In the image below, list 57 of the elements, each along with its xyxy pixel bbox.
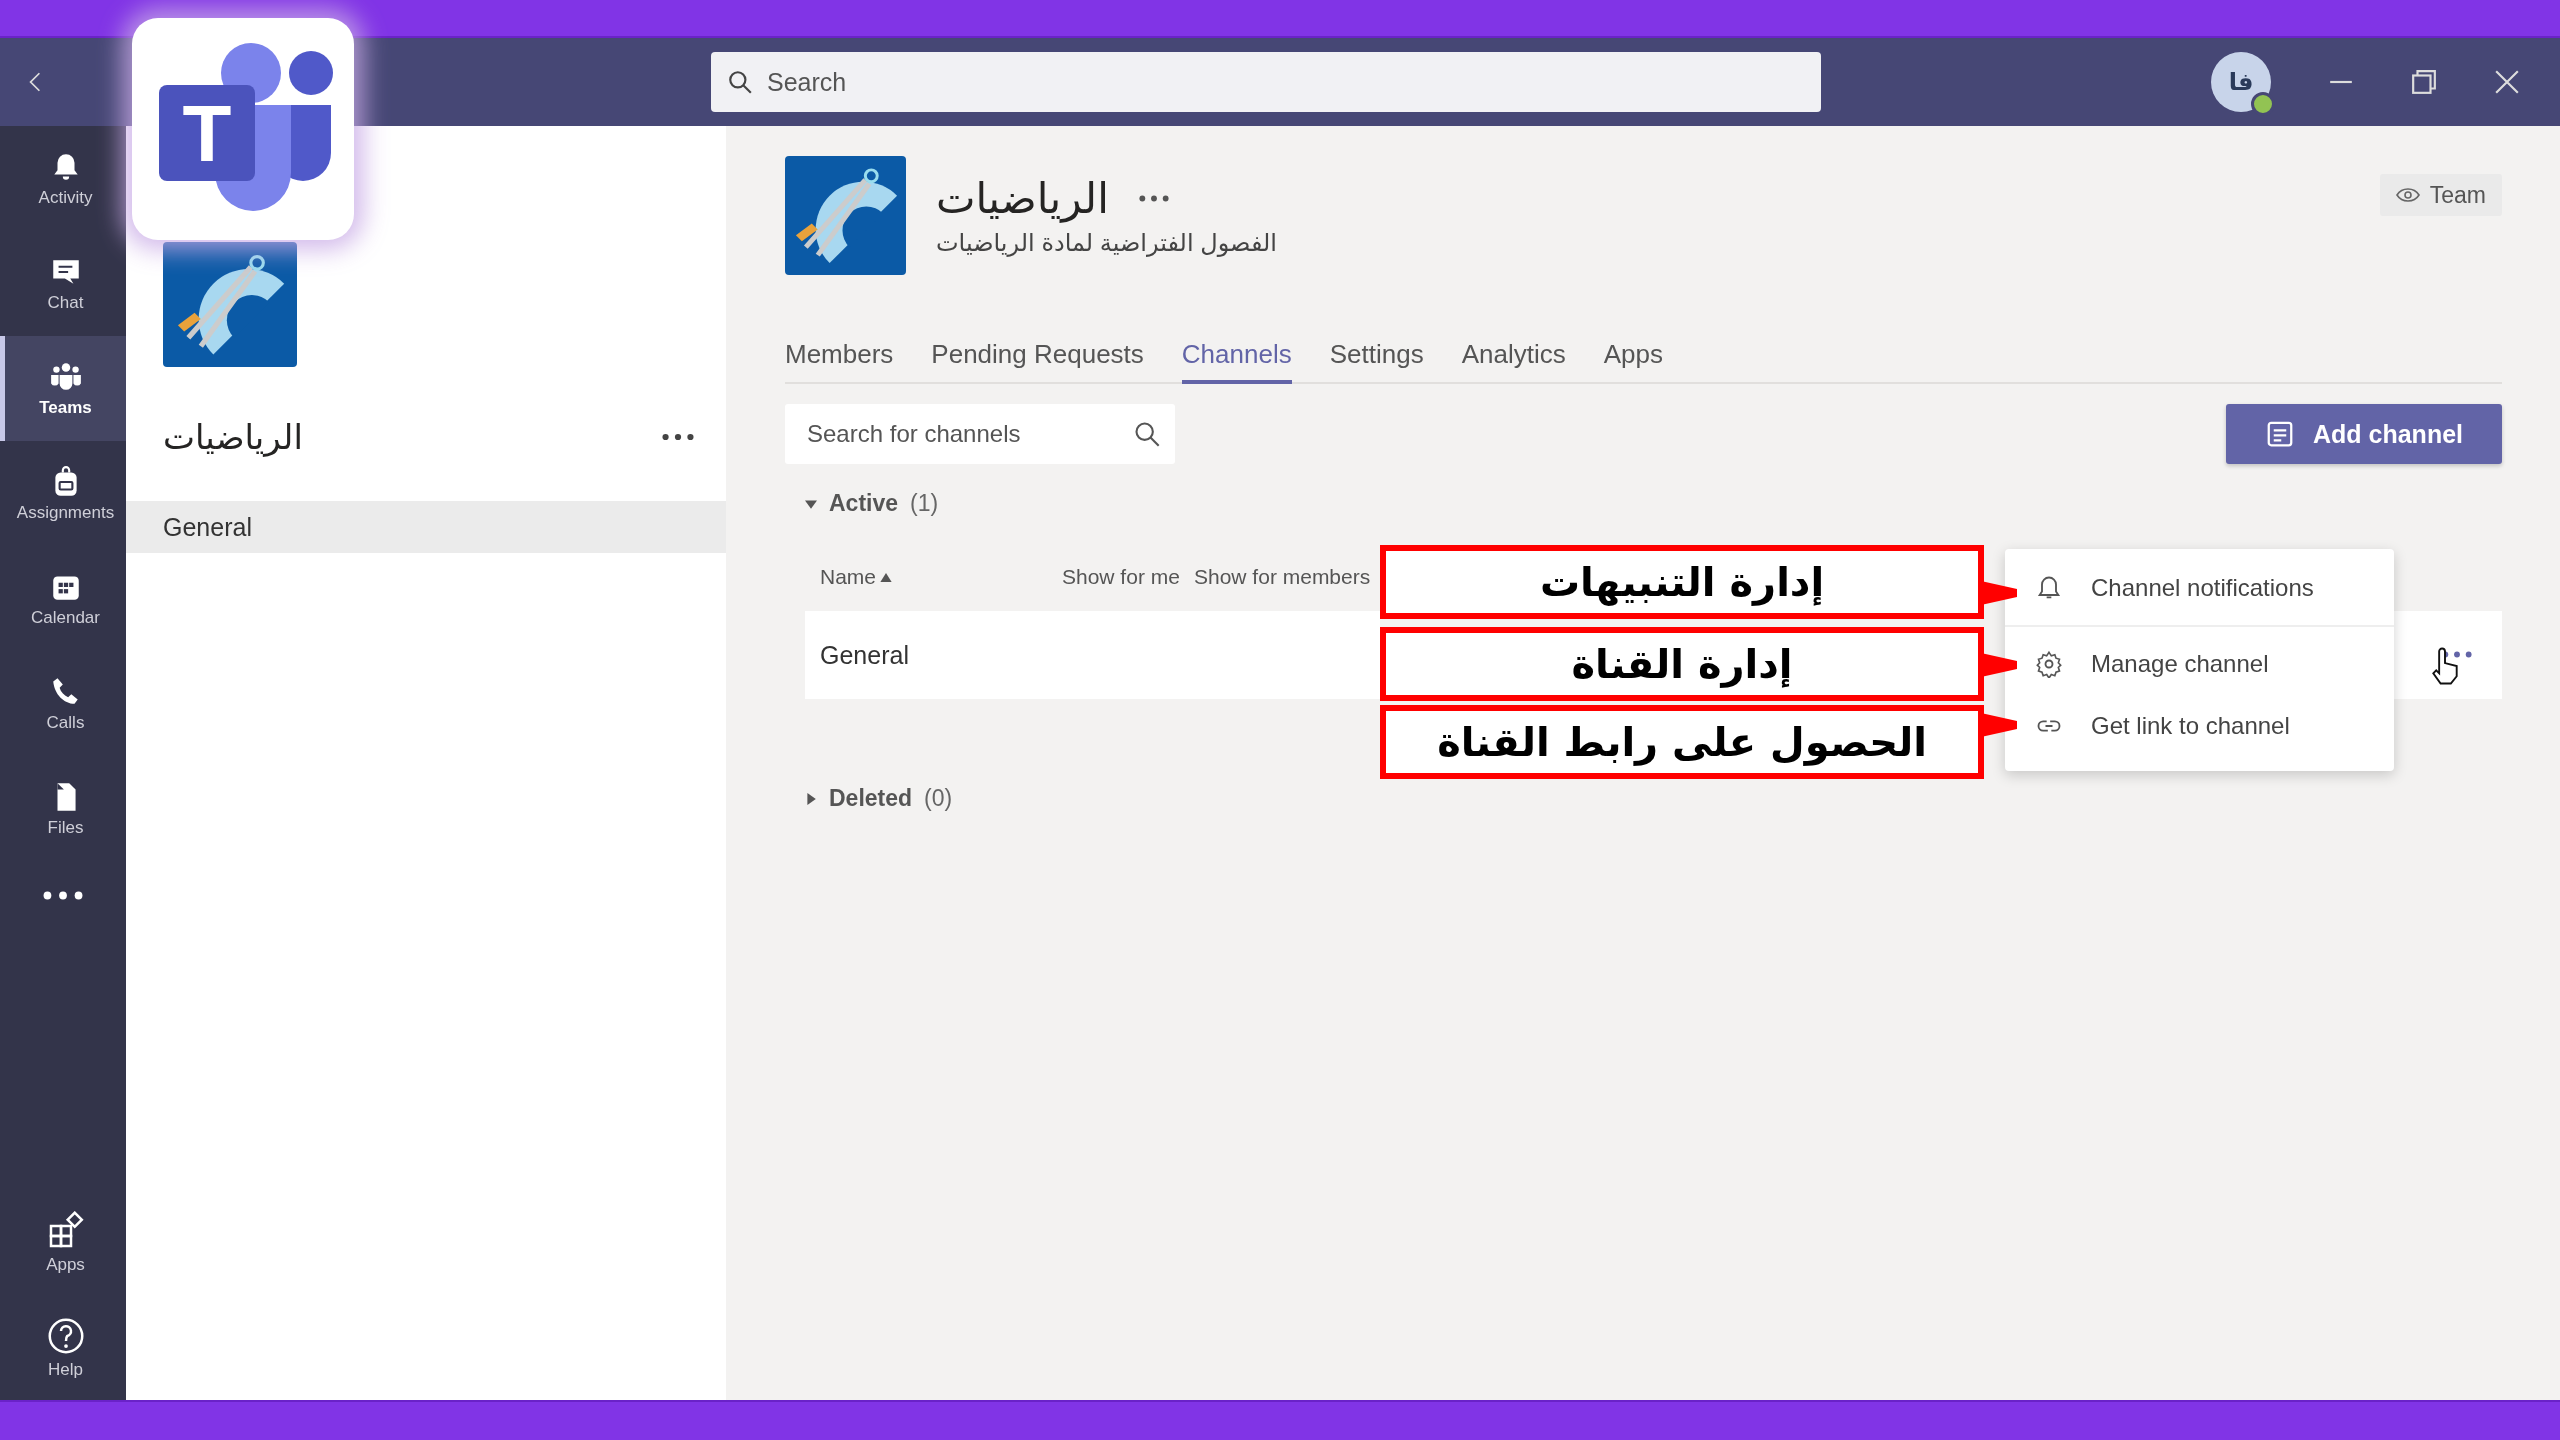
rail-item[interactable]: Apps xyxy=(0,1190,126,1295)
callout-pointer xyxy=(1981,653,2017,677)
eye-icon xyxy=(2395,187,2420,203)
table-cell: General xyxy=(820,640,909,670)
settings-icon xyxy=(2035,650,2063,678)
more-icon[interactable] xyxy=(43,891,83,900)
section-title: Deleted xyxy=(829,785,913,812)
menu-item[interactable]: Manage channel xyxy=(2005,633,2394,695)
rail-item[interactable]: Activity xyxy=(0,126,126,231)
section-title: Active xyxy=(829,490,899,517)
callout-pointer xyxy=(1981,581,2017,605)
tab[interactable]: Analytics xyxy=(1461,333,1566,384)
search-icon xyxy=(1133,420,1161,448)
column-header[interactable]: Show for members xyxy=(1194,565,1371,589)
section-toggle[interactable]: Deleted (0) xyxy=(785,785,953,812)
tab[interactable]: Members xyxy=(785,333,894,384)
section-toggle[interactable]: Active (1) xyxy=(785,490,939,517)
rail-item[interactable]: Assignments xyxy=(0,441,126,546)
tab[interactable]: Settings xyxy=(1329,333,1424,384)
rail-item[interactable]: Calendar xyxy=(0,546,126,651)
section-count: (0) xyxy=(924,785,953,812)
more-icon[interactable] xyxy=(662,433,694,441)
search-field[interactable]: Search xyxy=(711,52,1821,112)
column-header[interactable]: Show for me xyxy=(1062,565,1194,589)
user-avatar[interactable]: فا xyxy=(2211,52,2271,112)
callout-tooltip: إدارة القناة xyxy=(1380,627,1984,701)
hand-cursor-icon xyxy=(2430,647,2460,685)
more-icon[interactable] xyxy=(1138,195,1169,202)
tab[interactable]: Apps xyxy=(1603,333,1663,384)
channel-search-field[interactable]: Search for channels xyxy=(785,404,1175,464)
rail-item[interactable]: Teams xyxy=(0,336,126,441)
column-header[interactable]: Name xyxy=(820,565,880,589)
callout-tooltip: إدارة التنبيهات xyxy=(1380,545,1984,619)
add-channel-button[interactable]: Add channel xyxy=(2226,404,2502,464)
rail-item[interactable]: Help xyxy=(0,1295,126,1400)
restore-icon[interactable] xyxy=(2411,69,2437,95)
rail-item[interactable]: Chat xyxy=(0,231,126,336)
table-row[interactable]: General xyxy=(805,611,1380,699)
team-description: الفصول الفتراضية لمادة الرياضيات xyxy=(936,229,1278,257)
channel-item[interactable]: General xyxy=(126,501,726,553)
team-view-button[interactable]: Team xyxy=(2379,174,2502,216)
menu-item[interactable]: Channel notifications xyxy=(2005,557,2394,619)
logo-drawing: T xyxy=(132,18,354,240)
callout-tooltip: الحصول على رابط القناة xyxy=(1380,705,1984,779)
tab[interactable]: Pending Requests xyxy=(931,333,1144,384)
menu-item[interactable]: Get link to channel xyxy=(2005,695,2394,757)
rail-item[interactable]: Calls xyxy=(0,651,126,756)
sort-arrow-icon xyxy=(880,572,892,582)
tab[interactable]: Channels xyxy=(1181,333,1292,384)
section-count: (1) xyxy=(910,490,939,517)
callout-pointer xyxy=(1981,713,2017,737)
close-icon[interactable] xyxy=(2494,69,2520,95)
channel-list-icon xyxy=(2265,419,2295,449)
team-name: الرياضيات xyxy=(163,417,303,457)
team-title: الرياضيات xyxy=(936,174,1109,223)
rail-item[interactable]: Files xyxy=(0,756,126,861)
search-icon xyxy=(727,69,753,95)
